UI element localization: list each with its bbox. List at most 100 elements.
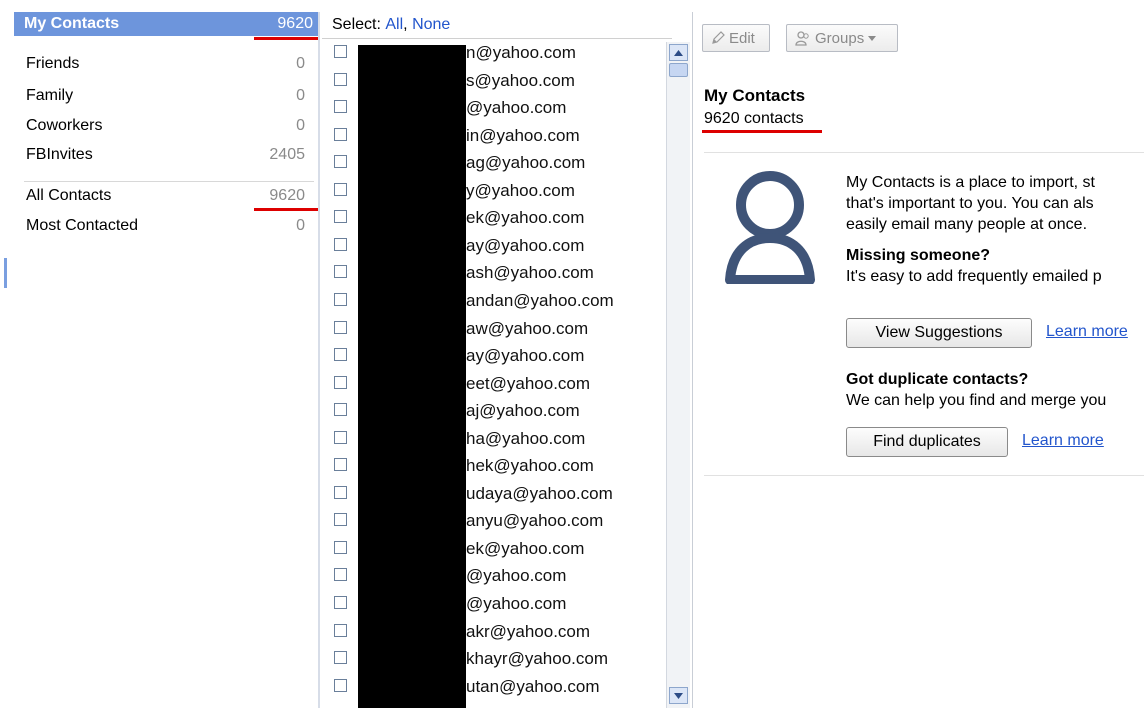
contact-email: ha@yahoo.com bbox=[466, 428, 586, 448]
intro-line: easily email many people at once. bbox=[846, 216, 1088, 233]
contact-email: y@yahoo.com bbox=[466, 180, 575, 200]
chevron-up-icon bbox=[674, 49, 683, 56]
group-count: 0 bbox=[296, 87, 305, 104]
view-suggestions-button[interactable]: View Suggestions bbox=[846, 318, 1032, 348]
contact-checkbox[interactable] bbox=[334, 596, 347, 609]
contact-email: ay@yahoo.com bbox=[466, 235, 585, 255]
group-label: Most Contacted bbox=[26, 217, 139, 234]
contact-checkbox[interactable] bbox=[334, 265, 347, 279]
contact-email: ek@yahoo.com bbox=[466, 538, 585, 558]
contact-email: n@yahoo.com bbox=[466, 43, 576, 62]
contact-checkbox[interactable] bbox=[334, 45, 347, 58]
group-count: 9620 bbox=[277, 15, 313, 32]
group-friends[interactable]: Friends 0 bbox=[14, 49, 319, 79]
learn-more-link-1[interactable]: Learn more bbox=[1046, 323, 1128, 341]
group-my-contacts[interactable]: My Contacts 9620 bbox=[14, 12, 319, 36]
page-title: My Contacts bbox=[704, 86, 806, 105]
intro-line: that's important to you. You can als bbox=[846, 195, 1094, 212]
group-count: 9620 bbox=[269, 187, 305, 204]
scroll-down-button[interactable] bbox=[669, 687, 688, 704]
scroll-thumb[interactable] bbox=[669, 63, 688, 77]
contact-checkbox[interactable] bbox=[334, 430, 347, 444]
group-label: Coworkers bbox=[26, 117, 103, 134]
contact-email: ash@yahoo.com bbox=[466, 263, 594, 283]
contact-checkbox[interactable] bbox=[334, 237, 347, 251]
group-coworkers[interactable]: Coworkers 0 bbox=[14, 111, 319, 141]
people-icon bbox=[795, 30, 809, 46]
contact-email: @yahoo.com bbox=[466, 594, 567, 613]
duplicates-heading: Got duplicate contacts? bbox=[846, 371, 1029, 388]
contact-checkbox[interactable] bbox=[334, 292, 347, 306]
group-label: Family bbox=[26, 87, 74, 104]
contact-checkbox[interactable] bbox=[334, 155, 347, 169]
chevron-down-icon bbox=[674, 692, 683, 699]
annotation-underline bbox=[702, 130, 822, 133]
duplicates-text: Got duplicate contacts? We can help you … bbox=[846, 369, 1144, 411]
contact-checkbox[interactable] bbox=[334, 623, 347, 637]
contact-checkbox[interactable] bbox=[334, 127, 347, 141]
groups-dropdown[interactable]: Groups bbox=[786, 24, 898, 52]
contact-checkbox[interactable] bbox=[334, 513, 347, 527]
contact-email: @yahoo.com bbox=[466, 98, 567, 118]
contact-email: khayr@yahoo.com bbox=[466, 649, 608, 669]
contact-email: akr@yahoo.com bbox=[466, 621, 591, 641]
group-label: FBInvites bbox=[26, 146, 93, 163]
group-all-contacts[interactable]: All Contacts 9620 bbox=[14, 181, 319, 211]
contact-checkbox[interactable] bbox=[334, 72, 347, 86]
contact-email: utan@yahoo.com bbox=[466, 676, 600, 696]
learn-more-link-2[interactable]: Learn more bbox=[1022, 432, 1104, 450]
list-scrollbar[interactable] bbox=[666, 42, 690, 708]
contact-email: ek@yahoo.com bbox=[466, 208, 585, 228]
contact-email: aw@yahoo.com bbox=[466, 318, 589, 338]
contact-checkbox[interactable] bbox=[334, 403, 347, 417]
contact-email: anyu@yahoo.com bbox=[466, 511, 604, 531]
contact-checkbox[interactable] bbox=[334, 678, 347, 692]
contact-checkbox[interactable] bbox=[334, 651, 347, 665]
detail-bottom-separator bbox=[704, 475, 1144, 476]
contact-count: 9620 contacts bbox=[704, 110, 804, 127]
redaction-block bbox=[358, 45, 466, 708]
contact-checkbox[interactable] bbox=[334, 210, 347, 224]
group-label: Friends bbox=[26, 55, 80, 72]
caret-down-icon bbox=[868, 35, 877, 41]
contact-checkbox[interactable] bbox=[334, 568, 347, 582]
group-most-contacted[interactable]: Most Contacted 0 bbox=[14, 211, 319, 241]
group-count: 0 bbox=[296, 217, 305, 234]
find-duplicates-button[interactable]: Find duplicates bbox=[846, 427, 1008, 457]
detail-pane: Edit Groups My Contacts 9620 contacts My… bbox=[694, 12, 1144, 708]
missing-heading: Missing someone? bbox=[846, 247, 991, 264]
groups-label: Groups bbox=[815, 29, 865, 47]
contact-email: udaya@yahoo.com bbox=[466, 483, 613, 503]
group-fbinvites[interactable]: FBInvites 2405 bbox=[14, 140, 319, 170]
edit-button[interactable]: Edit bbox=[702, 24, 770, 52]
select-all-link[interactable]: All bbox=[385, 16, 403, 34]
contact-checkbox[interactable] bbox=[334, 485, 347, 499]
group-count: 0 bbox=[296, 55, 305, 72]
select-label: Select: bbox=[332, 16, 381, 33]
contact-checkbox[interactable] bbox=[334, 458, 347, 472]
contact-checkbox[interactable] bbox=[334, 100, 347, 114]
select-none-link[interactable]: None bbox=[412, 16, 450, 34]
group-family[interactable]: Family 0 bbox=[14, 81, 319, 111]
contact-email: andan@yahoo.com bbox=[466, 290, 614, 310]
sidebar-border bbox=[318, 12, 320, 708]
contact-checkbox[interactable] bbox=[334, 182, 347, 196]
contact-checkbox[interactable] bbox=[334, 320, 347, 334]
contact-email: s@yahoo.com bbox=[466, 70, 575, 90]
group-label: All Contacts bbox=[26, 187, 112, 204]
contact-checkbox[interactable] bbox=[334, 375, 347, 389]
pane-divider bbox=[692, 12, 693, 708]
group-label: My Contacts bbox=[24, 15, 120, 32]
groups-sidebar: My Contacts 9620 Friends 0 Family 0 Cowo… bbox=[0, 0, 320, 708]
pencil-icon bbox=[712, 31, 725, 44]
contact-email: hek@yahoo.com bbox=[466, 456, 594, 476]
person-avatar-icon bbox=[725, 171, 815, 284]
scroll-up-button[interactable] bbox=[669, 44, 688, 61]
annotation-underline bbox=[254, 37, 320, 40]
intro-text: My Contacts is a place to import, st tha… bbox=[846, 172, 1144, 287]
group-count: 0 bbox=[296, 117, 305, 134]
contact-checkbox[interactable] bbox=[334, 540, 347, 554]
contact-email: @yahoo.com bbox=[466, 566, 567, 586]
contact-checkbox[interactable] bbox=[334, 348, 347, 362]
collapse-handle[interactable] bbox=[4, 258, 7, 288]
